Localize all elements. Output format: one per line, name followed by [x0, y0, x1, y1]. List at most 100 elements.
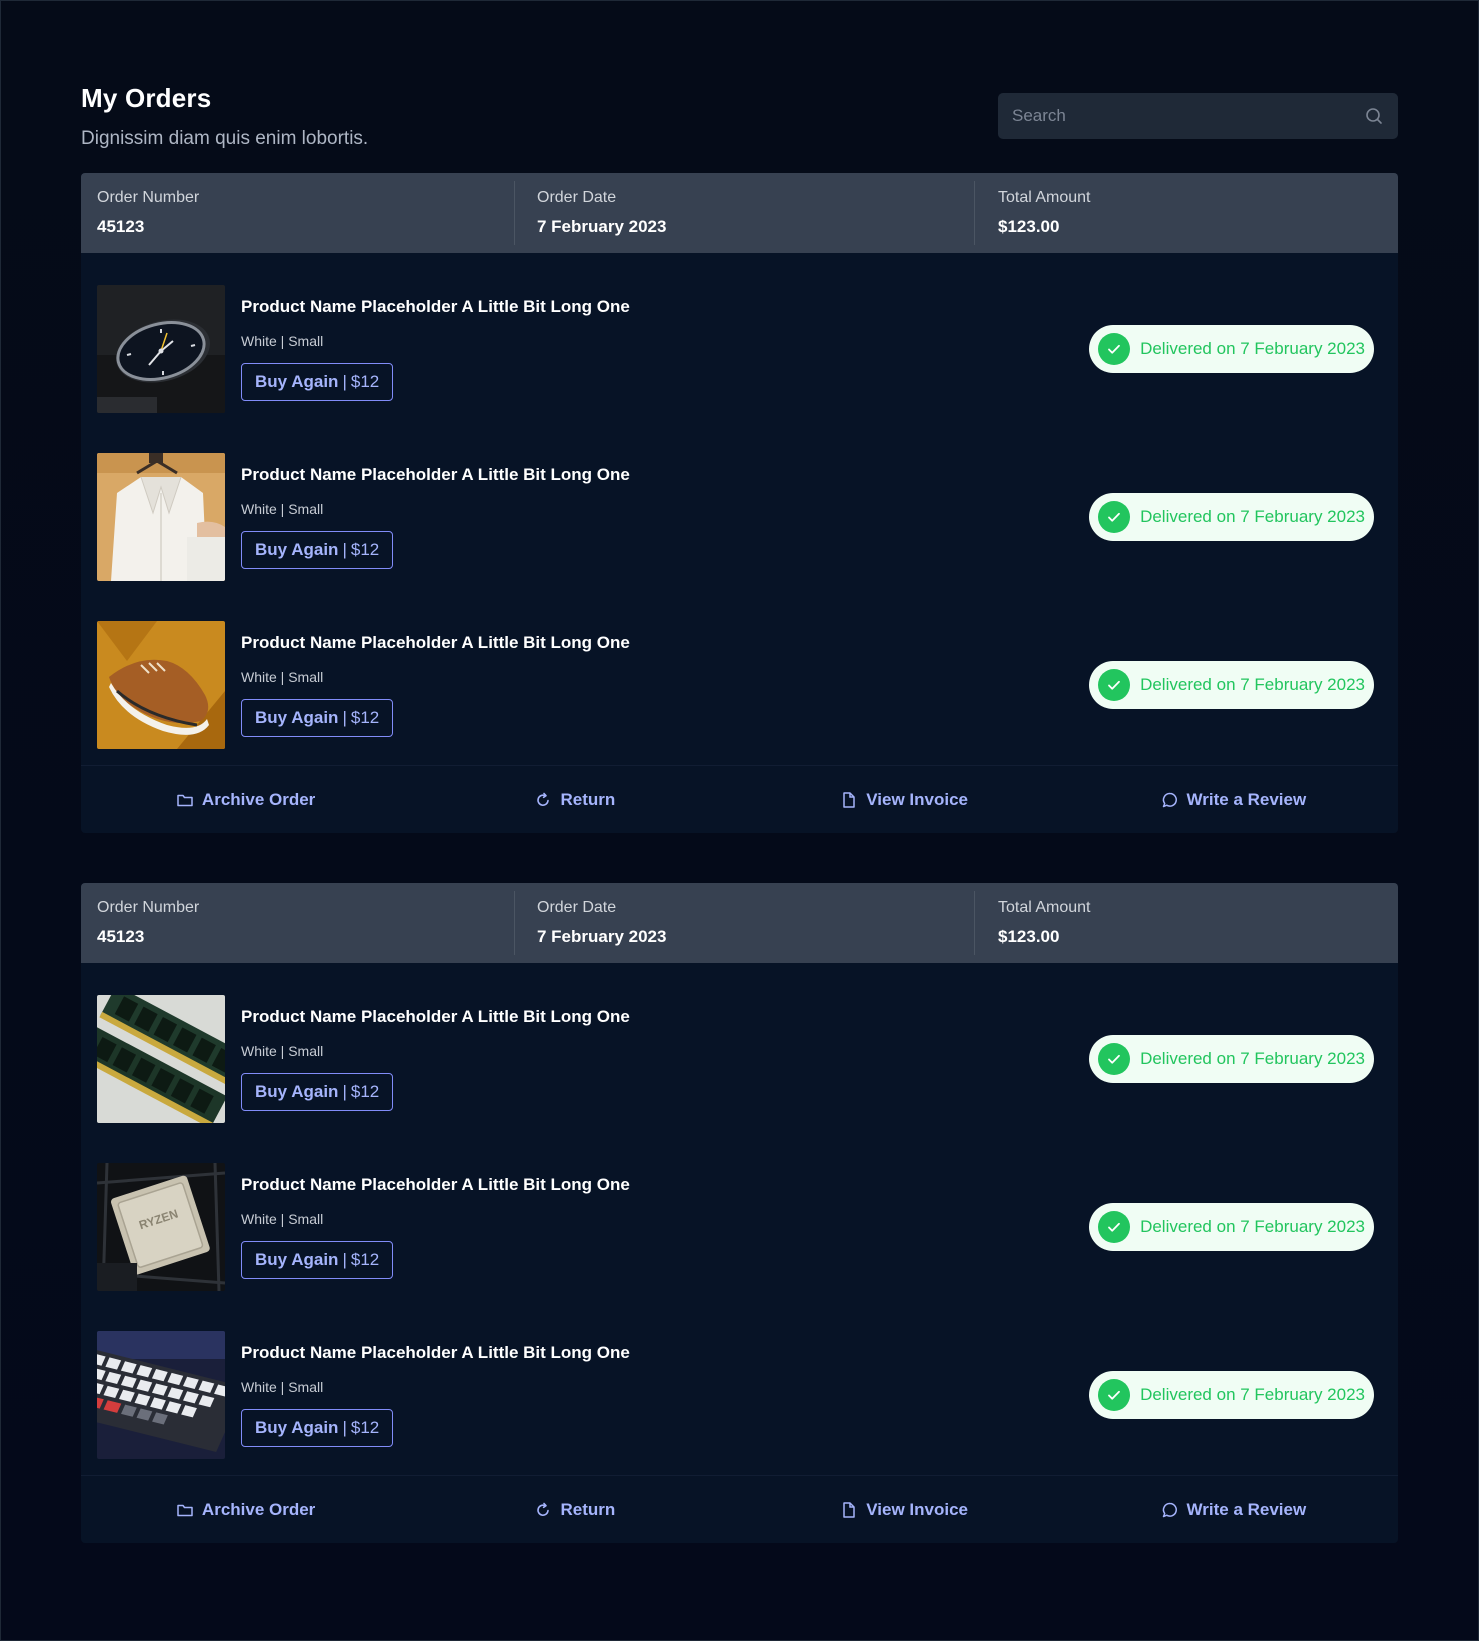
- buy-again-separator: |: [342, 372, 347, 391]
- buy-again-label: Buy Again: [255, 1082, 339, 1101]
- product-variant: White | Small: [241, 1043, 324, 1059]
- delivery-status-badge: Delivered on 7 February 2023: [1089, 325, 1374, 373]
- buy-again-price: $12: [350, 708, 380, 727]
- buy-again-button[interactable]: Buy Again | $12: [241, 1073, 394, 1111]
- delivery-status-text: Delivered on 7 February 2023: [1140, 507, 1365, 526]
- view-invoice-button[interactable]: View Invoice: [740, 766, 1069, 833]
- document-icon: [843, 1501, 855, 1518]
- product-name[interactable]: Product Name Placeholder A Little Bit Lo…: [241, 465, 630, 485]
- product-image-shirt[interactable]: [97, 453, 225, 581]
- write-review-button[interactable]: Write a Review: [1069, 1476, 1398, 1543]
- write-review-label: Write a Review: [1186, 1499, 1307, 1519]
- order-date-value: 7 February 2023: [537, 927, 667, 946]
- total-amount-value: $123.00: [998, 927, 1060, 946]
- write-review-label: Write a Review: [1186, 789, 1307, 809]
- product-variant: White | Small: [241, 1379, 324, 1395]
- product-image-cpu[interactable]: RYZEN: [97, 1163, 225, 1291]
- order-header: Order Number 45123 Order Date 7 February…: [81, 173, 1398, 253]
- delivery-status-badge: Delivered on 7 February 2023: [1089, 1035, 1374, 1083]
- search-icon[interactable]: [1364, 106, 1384, 126]
- return-button[interactable]: Return: [410, 1476, 739, 1543]
- total-amount-label: Total Amount: [998, 899, 1091, 916]
- order-number-value: 45123: [97, 217, 145, 236]
- order-date-label: Order Date: [537, 189, 617, 206]
- return-label: Return: [560, 1499, 616, 1519]
- view-invoice-label: View Invoice: [866, 1499, 968, 1519]
- order-item: RYZEN Product Name Placeholder A Little …: [81, 1131, 1398, 1299]
- buy-again-separator: |: [342, 708, 347, 727]
- view-invoice-label: View Invoice: [866, 789, 968, 809]
- product-variant: White | Small: [241, 1211, 324, 1227]
- buy-again-label: Buy Again: [255, 540, 339, 559]
- refresh-icon: [537, 792, 550, 806]
- buy-again-label: Buy Again: [255, 372, 339, 391]
- buy-again-button[interactable]: Buy Again | $12: [241, 363, 394, 401]
- order-date-block: Order Date 7 February 2023: [515, 891, 975, 955]
- check-circle-icon: [1098, 1211, 1131, 1243]
- delivery-status-text: Delivered on 7 February 2023: [1140, 675, 1365, 694]
- refresh-icon: [537, 1502, 550, 1516]
- check-circle-icon: [1098, 501, 1131, 533]
- product-variant: White | Small: [241, 333, 324, 349]
- order-number-block: Order Number 45123: [81, 891, 515, 955]
- product-image-keyboard[interactable]: [97, 1331, 225, 1459]
- buy-again-label: Buy Again: [255, 1418, 339, 1437]
- order-actions: Archive Order Return View Invoice Write …: [81, 1475, 1398, 1543]
- buy-again-button[interactable]: Buy Again | $12: [241, 1241, 394, 1279]
- chat-bubble-icon: [1162, 1502, 1177, 1517]
- order-number-value: 45123: [97, 927, 145, 946]
- check-circle-icon: [1098, 1043, 1131, 1075]
- archive-order-label: Archive Order: [201, 789, 316, 809]
- order-header: Order Number 45123 Order Date 7 February…: [81, 883, 1398, 963]
- product-name[interactable]: Product Name Placeholder A Little Bit Lo…: [241, 1343, 630, 1363]
- buy-again-separator: |: [342, 540, 347, 559]
- return-button[interactable]: Return: [410, 766, 739, 833]
- check-circle-icon: [1098, 333, 1131, 365]
- buy-again-button[interactable]: Buy Again | $12: [241, 699, 394, 737]
- buy-again-button[interactable]: Buy Again | $12: [241, 1409, 394, 1447]
- order-item: Product Name Placeholder A Little Bit Lo…: [81, 1299, 1398, 1475]
- product-variant: White | Small: [241, 669, 324, 685]
- buy-again-label: Buy Again: [255, 1250, 339, 1269]
- order-actions: Archive Order Return View Invoice Write …: [81, 765, 1398, 833]
- order-date-value: 7 February 2023: [537, 217, 667, 236]
- search-box[interactable]: [998, 93, 1398, 139]
- archive-order-button[interactable]: Archive Order: [81, 766, 410, 833]
- order-item: Product Name Placeholder A Little Bit Lo…: [81, 253, 1398, 421]
- write-review-button[interactable]: Write a Review: [1069, 766, 1398, 833]
- return-label: Return: [560, 789, 616, 809]
- delivery-status-badge: Delivered on 7 February 2023: [1089, 1371, 1374, 1419]
- delivery-status-badge: Delivered on 7 February 2023: [1089, 661, 1374, 709]
- product-image-watch[interactable]: [97, 285, 225, 413]
- total-amount-block: Total Amount $123.00: [975, 173, 1398, 253]
- order-date-label: Order Date: [537, 899, 617, 916]
- page-header: My Orders Dignissim diam quis enim lobor…: [81, 83, 368, 150]
- check-circle-icon: [1098, 669, 1131, 701]
- product-image-ram[interactable]: [97, 995, 225, 1123]
- product-name[interactable]: Product Name Placeholder A Little Bit Lo…: [241, 1175, 630, 1195]
- buy-again-separator: |: [342, 1250, 347, 1269]
- buy-again-price: $12: [350, 1250, 380, 1269]
- page-title: My Orders: [81, 83, 212, 113]
- product-variant: White | Small: [241, 501, 324, 517]
- delivery-status-text: Delivered on 7 February 2023: [1140, 1049, 1365, 1068]
- folder-icon: [177, 1504, 193, 1516]
- view-invoice-button[interactable]: View Invoice: [740, 1476, 1069, 1543]
- folder-icon: [177, 794, 193, 806]
- order-item: Product Name Placeholder A Little Bit Lo…: [81, 963, 1398, 1131]
- product-image-sneaker[interactable]: [97, 621, 225, 749]
- order-date-block: Order Date 7 February 2023: [515, 181, 975, 245]
- order-item: Product Name Placeholder A Little Bit Lo…: [81, 589, 1398, 765]
- document-icon: [843, 791, 855, 808]
- product-name[interactable]: Product Name Placeholder A Little Bit Lo…: [241, 633, 630, 653]
- product-name[interactable]: Product Name Placeholder A Little Bit Lo…: [241, 1007, 630, 1027]
- buy-again-price: $12: [350, 372, 380, 391]
- archive-order-button[interactable]: Archive Order: [81, 1476, 410, 1543]
- buy-again-button[interactable]: Buy Again | $12: [241, 531, 394, 569]
- search-input[interactable]: [1012, 106, 1364, 126]
- delivery-status-badge: Delivered on 7 February 2023: [1089, 493, 1374, 541]
- product-name[interactable]: Product Name Placeholder A Little Bit Lo…: [241, 297, 630, 317]
- chat-bubble-icon: [1162, 792, 1177, 807]
- buy-again-price: $12: [350, 1082, 380, 1101]
- delivery-status-text: Delivered on 7 February 2023: [1140, 339, 1365, 358]
